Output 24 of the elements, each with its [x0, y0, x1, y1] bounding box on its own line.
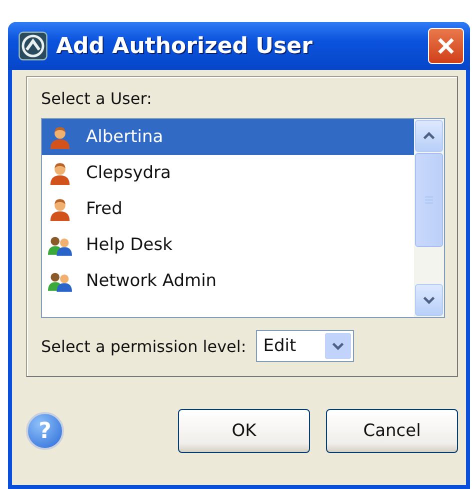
scroll-down-button[interactable] [415, 284, 443, 316]
permission-label: Select a permission level: [41, 336, 246, 356]
dialog-button[interactable]: Cancel [326, 409, 458, 453]
permission-dropdown[interactable]: Edit [256, 330, 354, 362]
user-list-item[interactable]: Fred [42, 191, 414, 227]
user-list-item[interactable]: Help Desk [42, 227, 414, 263]
chevron-down-icon [332, 340, 344, 352]
person-icon [48, 161, 72, 185]
scroll-up-button[interactable] [415, 120, 443, 152]
user-list-item[interactable]: Albertina [42, 119, 414, 155]
window-title: Add Authorized User [56, 34, 314, 58]
grip-icon [424, 196, 434, 204]
scrollbar[interactable] [414, 119, 444, 317]
person-icon [48, 125, 72, 149]
close-button[interactable] [428, 28, 464, 64]
user-list-label: Select a User: [41, 89, 153, 108]
scroll-thumb[interactable] [415, 153, 443, 247]
dialog-button[interactable]: OK [178, 409, 310, 453]
app-logo-icon [18, 31, 48, 61]
person-icon [48, 197, 72, 221]
user-list-item[interactable]: Network Admin [42, 263, 414, 299]
chevron-down-icon [423, 294, 435, 306]
user-list-item[interactable]: Clepsydra [42, 155, 414, 191]
chevron-up-icon [423, 130, 435, 142]
